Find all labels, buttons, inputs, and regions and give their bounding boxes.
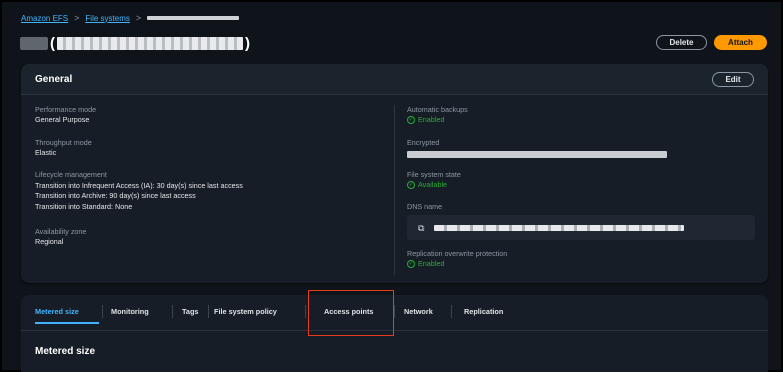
- availability-zone-label: Availability zone: [35, 227, 87, 236]
- replication-overwrite-value: Enabled: [418, 259, 445, 269]
- availability-zone-value: Regional: [35, 237, 64, 247]
- tab-divider: [394, 305, 395, 318]
- page-title: ( ): [20, 34, 252, 52]
- tab-divider: [451, 305, 452, 318]
- chevron-right-icon: >: [135, 13, 142, 23]
- dns-name-box: ⧉: [407, 215, 755, 240]
- encrypted-label: Encrypted: [407, 138, 440, 147]
- tab-network[interactable]: Network: [404, 307, 433, 316]
- title-open-paren: (: [50, 34, 55, 52]
- lifecycle-archive: Transition into Archive: 90 day(s) since…: [35, 191, 196, 201]
- dns-name-label: DNS name: [407, 202, 443, 211]
- chevron-right-icon: >: [74, 13, 80, 23]
- tab-monitoring[interactable]: Monitoring: [111, 307, 149, 316]
- column-divider: [394, 105, 395, 275]
- replication-overwrite-label: Replication overwrite protection: [407, 249, 508, 258]
- dns-name-field: DNS name: [407, 202, 442, 212]
- lifecycle-label: Lifecycle management: [35, 170, 107, 179]
- general-panel-header: General Edit: [21, 64, 768, 95]
- performance-mode-label: Performance mode: [35, 105, 97, 114]
- edit-button[interactable]: Edit: [712, 72, 754, 87]
- performance-mode-field: Performance mode General Purpose: [35, 105, 96, 125]
- delete-button[interactable]: Delete: [656, 35, 707, 50]
- breadcrumb-current-redacted: [147, 16, 240, 20]
- file-system-state-status: ✓ Available: [407, 180, 461, 190]
- check-circle-icon: ✓: [407, 260, 415, 269]
- tab-divider: [208, 305, 209, 318]
- encrypted-value-redacted: [407, 151, 667, 159]
- tab-divider: [102, 305, 103, 318]
- replication-overwrite-field: Replication overwrite protection ✓ Enabl…: [407, 249, 507, 269]
- replication-overwrite-status: ✓ Enabled: [407, 259, 507, 269]
- automatic-backups-value: Enabled: [418, 115, 445, 125]
- title-close-paren: ): [245, 34, 250, 52]
- tab-replication[interactable]: Replication: [464, 307, 503, 316]
- breadcrumb-amazon-efs[interactable]: Amazon EFS: [21, 14, 68, 23]
- file-system-state-field: File system state ✓ Available: [407, 170, 461, 190]
- throughput-mode-label: Throughput mode: [35, 138, 92, 147]
- attach-button[interactable]: Attach: [714, 35, 767, 50]
- tab-metered-size[interactable]: Metered size: [35, 307, 79, 316]
- tab-tags[interactable]: Tags: [182, 307, 199, 316]
- tab-divider: [172, 305, 173, 318]
- automatic-backups-field: Automatic backups ✓ Enabled: [407, 105, 468, 125]
- file-system-state-value: Available: [418, 180, 448, 190]
- breadcrumb-file-systems[interactable]: File systems: [85, 14, 129, 23]
- tab-divider: [305, 305, 306, 318]
- access-points-highlight-box: [308, 290, 394, 336]
- title-name-redacted: [20, 36, 48, 50]
- automatic-backups-status: ✓ Enabled: [407, 115, 468, 125]
- console-frame: Amazon EFS > File systems > ( ) Delete A…: [0, 0, 783, 372]
- details-tabs-panel: Metered size Monitoring Tags File system…: [21, 295, 768, 372]
- lifecycle-field: Lifecycle management Transition into Inf…: [35, 170, 243, 212]
- performance-mode-value: General Purpose: [35, 115, 90, 125]
- dns-name-value-redacted[interactable]: [434, 225, 684, 231]
- automatic-backups-label: Automatic backups: [407, 105, 468, 114]
- breadcrumb: Amazon EFS > File systems >: [21, 12, 240, 24]
- tab-file-system-policy[interactable]: File system policy: [214, 307, 277, 316]
- availability-zone-field: Availability zone Regional: [35, 227, 86, 247]
- throughput-mode-field: Throughput mode Elastic: [35, 138, 92, 158]
- general-title: General: [35, 74, 73, 85]
- active-tab-indicator: [35, 322, 99, 324]
- general-panel: General Edit Performance mode General Pu…: [21, 64, 768, 283]
- lifecycle-ia: Transition into Infrequent Access (IA): …: [35, 181, 243, 191]
- file-system-state-label: File system state: [407, 170, 461, 179]
- check-circle-icon: ✓: [407, 181, 415, 190]
- copy-icon[interactable]: ⧉: [418, 223, 424, 234]
- metered-size-title: Metered size: [35, 346, 96, 357]
- tabs-bottom-border: [21, 330, 768, 331]
- title-id-redacted: [57, 36, 243, 50]
- throughput-mode-value: Elastic: [35, 148, 57, 158]
- lifecycle-standard: Transition into Standard: None: [35, 201, 133, 211]
- check-circle-icon: ✓: [407, 116, 415, 125]
- encrypted-field: Encrypted: [407, 138, 667, 159]
